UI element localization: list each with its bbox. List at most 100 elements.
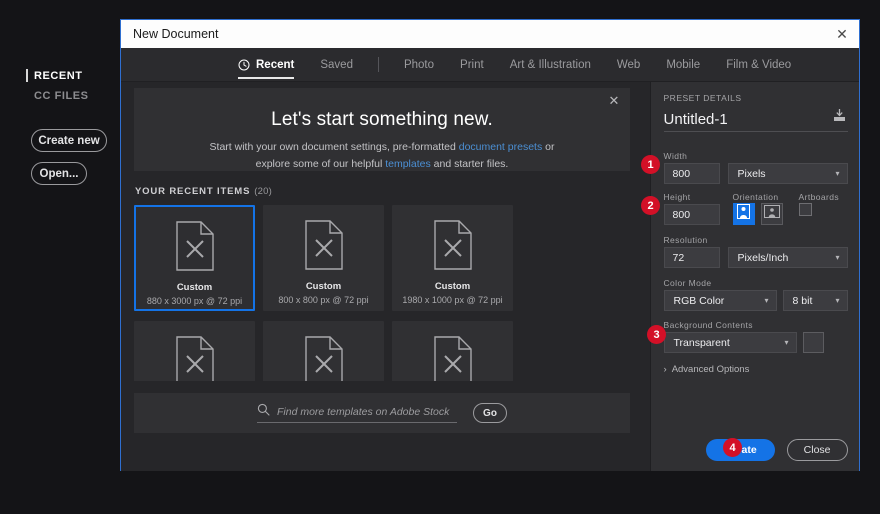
- landscape-icon: [763, 205, 780, 223]
- banner-title: Let's start something new.: [271, 109, 493, 130]
- recent-items-title: YOUR RECENT ITEMS: [135, 186, 251, 197]
- tab-art-illustration-label: Art & Illustration: [509, 58, 591, 71]
- document-presets-link[interactable]: document presets: [459, 141, 542, 153]
- portrait-icon: [737, 204, 751, 224]
- rail-item-cc-files[interactable]: CC FILES: [34, 86, 124, 106]
- tab-print-label: Print: [460, 58, 484, 71]
- portrait-orientation-button[interactable]: [732, 203, 755, 225]
- recent-card-name: Custom: [434, 281, 471, 292]
- stock-go-label: Go: [483, 407, 497, 419]
- app-root: RECENT CC FILES Create new Open... New D…: [0, 0, 880, 514]
- width-input[interactable]: 800: [663, 163, 720, 184]
- width-unit-value: Pixels: [737, 167, 766, 180]
- banner-close-icon[interactable]: ✕: [606, 93, 622, 109]
- recent-card[interactable]: Custom 500 x 500 px @ 72 ppi: [134, 321, 255, 381]
- width-label: Width: [663, 151, 688, 161]
- save-preset-icon[interactable]: [831, 108, 848, 128]
- recent-card-name: Custom: [176, 282, 213, 293]
- close-dialog-button[interactable]: Close: [786, 439, 848, 461]
- artboards-label: Artboards: [798, 192, 839, 202]
- recent-card-name: Custom: [305, 281, 342, 292]
- landscape-orientation-button[interactable]: [760, 203, 783, 225]
- stock-search-placeholder: Find more templates on Adobe Stock: [277, 405, 450, 418]
- advanced-options-label: Advanced Options: [671, 364, 750, 375]
- recent-items-header: YOUR RECENT ITEMS (20): [135, 186, 272, 197]
- background-contents-value: Transparent: [673, 336, 730, 349]
- background-color-swatch[interactable]: [802, 332, 824, 353]
- recent-card-dims: 1980 x 1000 px @ 72 ppi: [402, 295, 503, 305]
- tab-saved-label: Saved: [320, 58, 353, 71]
- create-new-button[interactable]: Create new: [31, 129, 107, 152]
- height-value: 800: [672, 208, 691, 221]
- recent-card[interactable]: Custom 1980 x 1000 px @ 72 ppi: [392, 205, 513, 311]
- width-value: 800: [672, 167, 691, 180]
- tab-mobile[interactable]: Mobile: [653, 48, 713, 82]
- magnifier-icon: [257, 403, 270, 421]
- document-icon: [433, 336, 473, 381]
- preset-details-pane: PRESET DETAILS Untitled-1 Width 800 Pixe…: [649, 82, 859, 471]
- stock-go-button[interactable]: Go: [473, 403, 507, 423]
- rail-nav: RECENT CC FILES: [26, 66, 124, 106]
- height-input[interactable]: 800: [663, 204, 720, 225]
- close-icon[interactable]: ✕: [825, 20, 859, 48]
- chevron-down-icon: ▾: [784, 338, 789, 347]
- tab-photo[interactable]: Photo: [391, 48, 447, 82]
- background-contents-select[interactable]: Transparent ▾: [663, 332, 797, 353]
- preset-name-row: Untitled-1: [663, 108, 848, 132]
- recent-items-count: (20): [254, 186, 272, 197]
- preset-name-input[interactable]: Untitled-1: [664, 111, 728, 128]
- step-badge-3: 3: [647, 325, 666, 344]
- templates-link[interactable]: templates: [385, 158, 431, 170]
- resolution-unit-select[interactable]: Pixels/Inch ▾: [727, 247, 848, 268]
- stock-search-input[interactable]: Find more templates on Adobe Stock: [257, 403, 457, 423]
- tab-print[interactable]: Print: [447, 48, 497, 82]
- recent-card[interactable]: Custom 800 x 800 px @ 72 ppi: [263, 205, 384, 311]
- banner-subtitle: Start with your own document settings, p…: [134, 139, 630, 173]
- color-depth-select[interactable]: 8 bit ▾: [782, 290, 848, 311]
- tab-film-video[interactable]: Film & Video: [713, 48, 804, 82]
- resolution-label: Resolution: [663, 235, 708, 245]
- tab-web[interactable]: Web: [604, 48, 653, 82]
- left-rail: RECENT CC FILES Create new Open...: [0, 0, 120, 514]
- dialog-titlebar: New Document ✕: [121, 20, 859, 48]
- dialog-body: ✕ Let's start something new. Start with …: [121, 82, 859, 471]
- dialog-action-row: Create Close: [664, 439, 848, 461]
- tab-recent-label: Recent: [256, 58, 295, 71]
- banner-text-4: and starter files.: [430, 158, 509, 170]
- banner-text-1: Start with your own document settings, p…: [209, 141, 459, 153]
- width-unit-select[interactable]: Pixels ▾: [727, 163, 848, 184]
- rail-item-recent[interactable]: RECENT: [26, 66, 124, 86]
- step-badge-4: 4: [723, 438, 742, 457]
- clock-icon: [238, 59, 250, 71]
- recent-card[interactable]: Custom 880 x 3000 px @ 72 ppi: [134, 205, 255, 311]
- chevron-right-icon: ›: [663, 364, 667, 375]
- dialog-title: New Document: [133, 27, 219, 41]
- advanced-options-toggle[interactable]: › Advanced Options: [664, 364, 750, 375]
- chevron-down-icon: ▾: [764, 296, 769, 305]
- tab-mobile-label: Mobile: [666, 58, 701, 71]
- step-badge-2: 2: [641, 196, 660, 215]
- color-depth-value: 8 bit: [792, 294, 813, 307]
- resolution-input[interactable]: 72: [663, 247, 720, 268]
- tab-saved[interactable]: Saved: [307, 48, 366, 82]
- resolution-unit-value: Pixels/Inch: [737, 251, 789, 264]
- recent-card[interactable]: [263, 321, 384, 381]
- tab-art-illustration[interactable]: Art & Illustration: [497, 48, 604, 82]
- tab-recent[interactable]: Recent: [225, 48, 307, 82]
- chevron-down-icon: ▾: [835, 296, 840, 305]
- document-icon: [433, 220, 473, 275]
- orientation-label: Orientation: [732, 192, 779, 202]
- adobe-stock-bar: Find more templates on Adobe Stock Go: [134, 393, 630, 433]
- step-badge-1: 1: [641, 155, 660, 174]
- background-contents-label: Background Contents: [663, 320, 753, 330]
- color-mode-select[interactable]: RGB Color ▾: [663, 290, 777, 311]
- artboards-checkbox[interactable]: [798, 203, 812, 216]
- banner-text-3: explore some of our helpful: [255, 158, 386, 170]
- open-button[interactable]: Open...: [31, 162, 87, 185]
- chevron-down-icon: ▾: [835, 253, 840, 262]
- document-icon: [175, 221, 215, 276]
- tab-separator: [377, 57, 379, 72]
- orientation-group: [732, 203, 783, 225]
- close-dialog-label: Close: [803, 444, 831, 456]
- recent-card[interactable]: [392, 321, 513, 381]
